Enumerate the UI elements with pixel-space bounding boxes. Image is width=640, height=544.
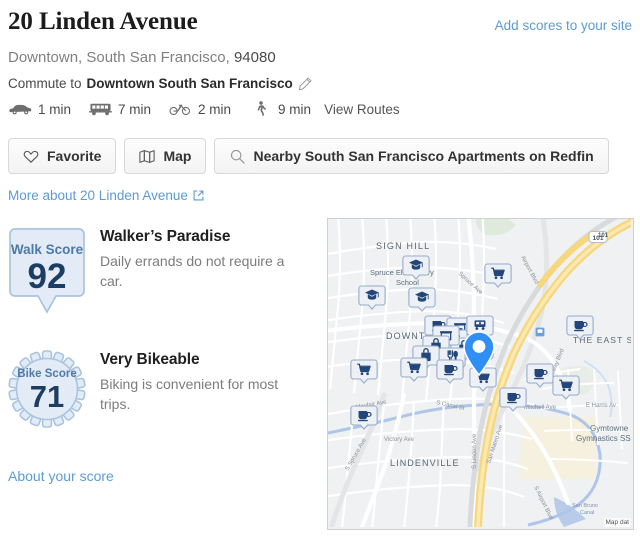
map-canvas[interactable]: 101 SIGN HILLSpruce ElementarySchoolDOWN…	[328, 219, 631, 527]
heart-icon	[23, 148, 39, 164]
commute-label: Commute to	[8, 76, 82, 91]
add-scores-to-site-link[interactable]: Add scores to your site	[495, 18, 632, 33]
nearby-apartments-button-label: Nearby South San Francisco Apartments on…	[253, 148, 594, 164]
view-routes-link[interactable]: View Routes	[324, 102, 400, 117]
grocery-icon[interactable]	[350, 359, 378, 384]
external-link-icon	[193, 190, 204, 201]
commute-mode-drive[interactable]: 1 min	[8, 100, 71, 118]
nearby-apartments-button[interactable]: Nearby South San Francisco Apartments on…	[214, 138, 609, 174]
more-about-link-label: More about 20 Linden Avenue	[8, 188, 188, 203]
map-label: Gymnastics SSF	[576, 434, 631, 443]
search-icon	[229, 148, 245, 164]
bike-score-heading: Very Bikeable	[100, 351, 200, 368]
commute-modes-row: 1 min 7 min 2 min 9 min View Routes	[8, 100, 400, 118]
grocery-icon[interactable]	[484, 263, 512, 288]
map-label: LINDENVILLE	[390, 458, 460, 468]
walk-score-value: 92	[28, 257, 67, 296]
bike-score-row: Bike Score 71 Very Bikeable Biking is co…	[8, 349, 305, 429]
commute-destination[interactable]: Downtown South San Francisco	[87, 76, 293, 91]
coffee-icon[interactable]	[499, 387, 527, 412]
grocery-icon[interactable]	[469, 367, 497, 392]
school-icon[interactable]	[408, 287, 436, 312]
coffee-icon[interactable]	[350, 405, 378, 430]
bike-score-text: Very Bikeable Biking is convenient for m…	[100, 349, 305, 429]
map-label: 101	[598, 233, 609, 239]
bike-score-value: 71	[30, 379, 64, 414]
map-label: San Bruno	[572, 503, 598, 509]
bike-score-description: Biking is convenient for most trips.	[100, 376, 279, 413]
favorite-button-label: Favorite	[47, 148, 102, 164]
walk-score-description: Daily errands do not require a car.	[100, 253, 285, 290]
about-your-score-link[interactable]: About your score	[8, 468, 114, 484]
walk-score-heading: Walker’s Paradise	[100, 228, 231, 245]
map-label: Mitchell Ave	[524, 405, 557, 411]
commute-mode-walk-time: 9 min	[278, 101, 312, 117]
neighborhood-city-text: Downtown, South San Francisco,	[8, 49, 234, 66]
coffee-icon[interactable]	[526, 363, 554, 388]
walk-score-badge[interactable]: Walk Score 92	[8, 226, 86, 318]
bus-icon	[88, 100, 112, 118]
zip-code-text: 94080	[233, 49, 276, 66]
grocery-icon[interactable]	[400, 357, 428, 382]
pencil-icon[interactable]	[298, 76, 312, 91]
walk-score-badge-label: Walk Score	[11, 242, 84, 257]
map-button[interactable]: Map	[124, 138, 207, 174]
commute-destination-row: Commute to Downtown South San Francisco	[8, 76, 312, 91]
commute-mode-transit[interactable]: 7 min	[88, 100, 151, 118]
grocery-icon[interactable]	[552, 375, 580, 400]
commute-mode-transit-time: 7 min	[118, 101, 152, 117]
map-attribution: Map dat	[603, 518, 631, 527]
map-label: E Harris Av	[586, 403, 616, 409]
commute-mode-walk[interactable]: 9 min	[248, 100, 311, 118]
walk-score-row: Walk Score 92 Walker’s Paradise Daily er…	[8, 226, 305, 318]
more-about-link[interactable]: More about 20 Linden Avenue	[8, 188, 204, 203]
bike-score-badge[interactable]: Bike Score 71	[8, 349, 86, 429]
commute-mode-bike-time: 2 min	[198, 101, 232, 117]
car-icon	[8, 100, 32, 118]
map-icon	[139, 148, 156, 164]
walk-score-text: Walker’s Paradise Daily errands do not r…	[100, 226, 305, 318]
map-label: Canal	[580, 510, 594, 516]
school-icon[interactable]	[402, 255, 430, 280]
commute-mode-drive-time: 1 min	[38, 101, 72, 117]
neighborhood-map[interactable]: 101 SIGN HILL Spruce Elementary School DOWN…	[327, 218, 634, 530]
action-button-row: Favorite Map Nearby South San Francisco …	[8, 138, 609, 174]
map-label: SIGN HILL	[376, 241, 430, 251]
walkscore-property-panel: 20 Linden Avenue Add scores to your site…	[0, 0, 640, 544]
map-label: S Linden Ave	[472, 433, 478, 469]
map-button-label: Map	[163, 148, 192, 164]
bike-icon	[168, 100, 192, 118]
school-icon[interactable]	[358, 285, 386, 310]
commute-mode-bike[interactable]: 2 min	[168, 100, 231, 118]
page-title: 20 Linden Avenue	[8, 8, 198, 35]
walk-icon	[248, 100, 272, 118]
map-label: Gymtowne	[590, 424, 629, 433]
map-label: Victory Ave	[384, 437, 414, 443]
favorite-button[interactable]: Favorite	[8, 138, 117, 174]
coffee-icon[interactable]	[436, 359, 464, 384]
transit-station-icon	[535, 327, 545, 337]
coffee-icon[interactable]	[566, 315, 594, 340]
address-subtitle: Downtown, South San Francisco, 94080	[8, 49, 276, 66]
